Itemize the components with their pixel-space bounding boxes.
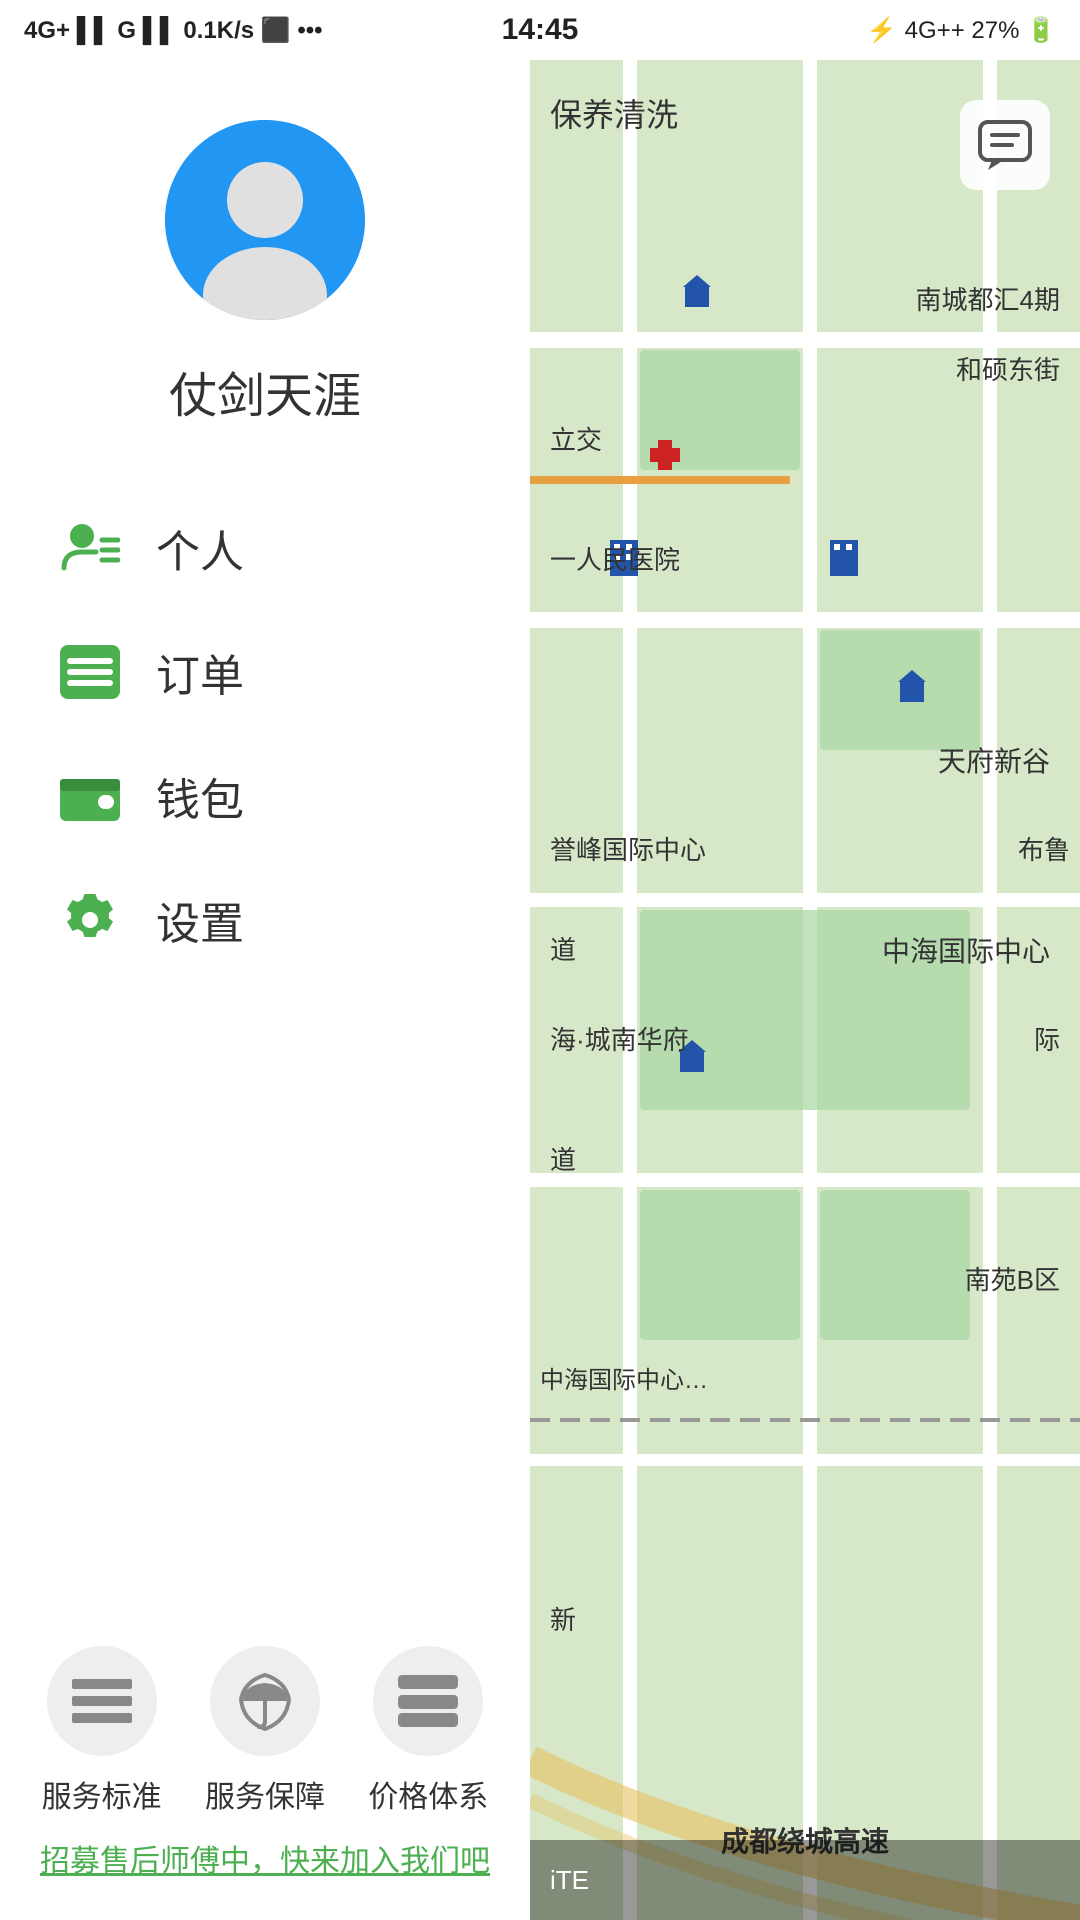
price-system-item[interactable]: 价格体系 bbox=[368, 1646, 488, 1816]
map-label-zhonghai2: 中海国际中心… bbox=[540, 1360, 708, 1395]
menu-label-wallet: 钱包 bbox=[156, 764, 244, 828]
message-button[interactable] bbox=[960, 100, 1050, 190]
map-panel: 保养清洗 南城都汇4期 和硕东街 立交 一人民医院 天府新谷 誉峰国际中心 布鲁… bbox=[530, 60, 1080, 1920]
map-label-lijiao: 立交 bbox=[550, 420, 602, 457]
person-icon bbox=[60, 518, 120, 578]
map-label-bulu: 布鲁 bbox=[1018, 830, 1070, 867]
username: 仗剑天涯 bbox=[169, 356, 361, 426]
map-label-dao1: 道 bbox=[550, 930, 576, 967]
map-bottom-bar: iTE bbox=[530, 1840, 1080, 1920]
status-left: 4G+ ▌▌ G ▌▌ 0.1K/s ⬛ ••• bbox=[24, 16, 323, 45]
menu-label-personal: 个人 bbox=[156, 516, 244, 580]
wallet-icon bbox=[60, 766, 120, 826]
service-standard-circle bbox=[47, 1646, 157, 1756]
service-guarantee-circle bbox=[210, 1646, 320, 1756]
status-right: ⚡ 4G++ 27% 🔋 bbox=[867, 16, 1056, 45]
status-bar: 4G+ ▌▌ G ▌▌ 0.1K/s ⬛ ••• 14:45 ⚡ 4G++ 27… bbox=[0, 0, 1080, 60]
menu-item-personal[interactable]: 个人 bbox=[60, 486, 470, 610]
menu-label-orders: 订单 bbox=[156, 640, 244, 704]
map-label-xin: 新 bbox=[550, 1600, 576, 1637]
map-label-top: 保养清洗 bbox=[550, 90, 678, 136]
map-label-haicheng: 海·城南华府 bbox=[550, 1020, 689, 1057]
map-label-dao2: 道 bbox=[550, 1140, 576, 1177]
price-system-label: 价格体系 bbox=[368, 1772, 488, 1816]
map-label-nanyuan: 南苑B区 bbox=[965, 1260, 1060, 1297]
map-label-nancheng: 南城都汇4期 bbox=[916, 280, 1060, 317]
menu-item-wallet[interactable]: 钱包 bbox=[60, 734, 470, 858]
signal-info: 4G++ 27% 🔋 bbox=[905, 16, 1056, 45]
menu-list: 个人 订单 bbox=[0, 486, 530, 982]
avatar bbox=[165, 120, 365, 320]
service-guarantee-label: 服务保障 bbox=[205, 1772, 325, 1816]
price-system-circle bbox=[373, 1646, 483, 1756]
network-info: 4G+ ▌▌ G ▌▌ 0.1K/s ⬛ ••• bbox=[24, 16, 323, 45]
map-label-yufeng: 誉峰国际中心 bbox=[550, 830, 706, 867]
map-label-zhonghai: 中海国际中心 bbox=[882, 930, 1050, 970]
map-label-tianfu: 天府新谷 bbox=[938, 740, 1050, 780]
sidebar: 仗剑天涯 个人 bbox=[0, 60, 530, 1920]
service-guarantee-item[interactable]: 服务保障 bbox=[205, 1646, 325, 1816]
menu-item-orders[interactable]: 订单 bbox=[60, 610, 470, 734]
service-standard-item[interactable]: 服务标准 bbox=[42, 1646, 162, 1816]
recruit-link[interactable]: 招募售后师傅中，快来加入我们吧 bbox=[20, 1836, 510, 1880]
map-label-heshuo: 和硕东街 bbox=[956, 350, 1060, 387]
bluetooth-icon: ⚡ bbox=[867, 16, 897, 45]
map-label-ji: 际 bbox=[1034, 1020, 1060, 1057]
map-bottom-text: iTE bbox=[550, 1865, 589, 1896]
map-label-hospital: 一人民医院 bbox=[550, 540, 680, 577]
bottom-icons-row: 服务标准 服务保障 bbox=[20, 1646, 510, 1816]
settings-icon bbox=[60, 890, 120, 950]
sidebar-bottom: 服务标准 服务保障 bbox=[0, 1646, 530, 1920]
status-time: 14:45 bbox=[502, 13, 579, 47]
order-icon bbox=[60, 642, 120, 702]
main-layout: 仗剑天涯 个人 bbox=[0, 60, 1080, 1920]
service-standard-label: 服务标准 bbox=[42, 1772, 162, 1816]
menu-label-settings: 设置 bbox=[156, 888, 244, 952]
menu-item-settings[interactable]: 设置 bbox=[60, 858, 470, 982]
